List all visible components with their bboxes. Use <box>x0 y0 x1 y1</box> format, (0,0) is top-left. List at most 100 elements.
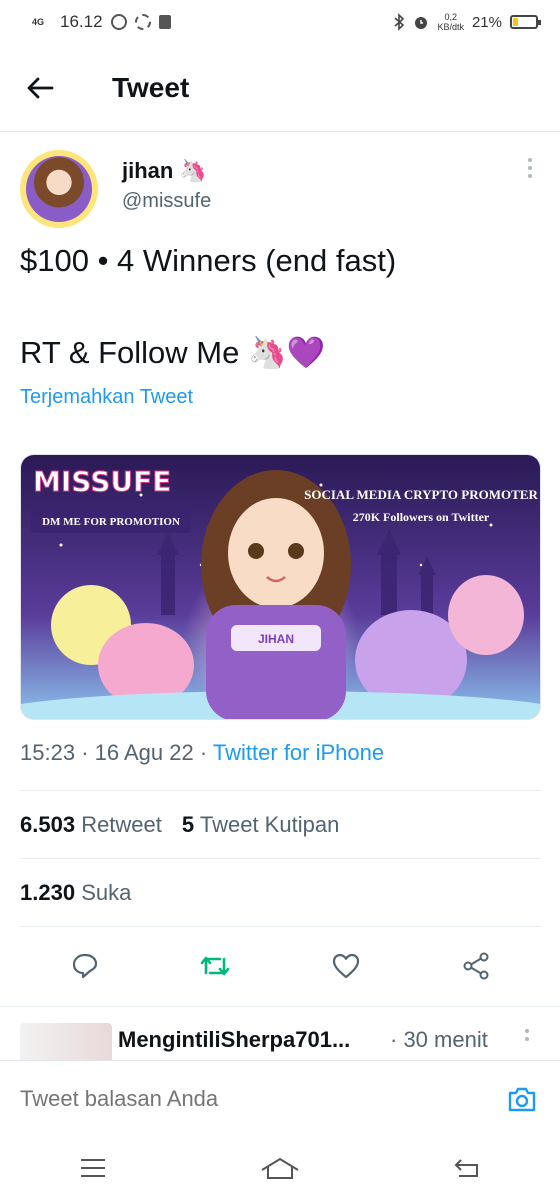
tweet-action-bar <box>20 940 541 992</box>
retweets-count: 6.503 <box>20 812 76 837</box>
alarm-icon <box>415 17 428 29</box>
unicorn-pink-right <box>448 575 524 655</box>
banner-tagline-left: DM ME FOR PROMOTION <box>42 516 180 528</box>
status-bar-right: 0,2 KB/dtk 21% <box>393 12 541 32</box>
status-bar-left: 4G 16.12 <box>32 12 171 32</box>
back-button[interactable] <box>0 44 80 132</box>
menu-icon <box>81 1159 106 1177</box>
back-arrow-icon <box>27 77 54 98</box>
more-dot <box>525 1037 529 1041</box>
reply-time: · 30 menit <box>390 1027 488 1052</box>
share-icon <box>463 952 489 980</box>
divider <box>20 858 541 859</box>
tweet-date: 16 Agu 22 <box>94 740 194 765</box>
app-notification-icon <box>158 15 171 29</box>
banner-name-label: JIHAN <box>258 632 294 646</box>
girl-face <box>228 498 324 608</box>
divider <box>20 790 541 791</box>
home-icon <box>261 1157 299 1179</box>
reply-list-item[interactable]: MengintiliSherpa701... · 30 menit <box>0 1006 560 1060</box>
battery-icon <box>510 15 541 29</box>
tweet-media-image[interactable]: JIHAN MISSUFE DM ME FOR PROMOTION SOCIAL… <box>20 454 541 720</box>
heart-icon <box>332 953 359 979</box>
tweet-text-line-1: $100 • 4 Winners (end fast) <box>20 243 397 278</box>
tweet-time: 15:23 <box>20 740 76 765</box>
network-indicator: 4G <box>32 16 45 27</box>
banner-tagline-right-2: 270K Followers on Twitter <box>353 510 490 524</box>
avatar[interactable] <box>20 150 98 228</box>
more-dot <box>525 1029 529 1033</box>
banner-tagline-right-1: SOCIAL MEDIA CRYPTO PROMOTER <box>304 487 538 502</box>
camera-button[interactable] <box>504 1081 540 1117</box>
whatsapp-icon <box>110 14 127 30</box>
quote-tweets-link[interactable]: 5 Tweet Kutipan <box>182 812 339 838</box>
more-dot <box>528 174 532 178</box>
meta-separator: · <box>81 740 89 765</box>
retweets-label: Retweet <box>81 812 162 837</box>
castle-tower <box>381 555 397 615</box>
retweet-icon <box>201 956 230 976</box>
girl-eye-right <box>288 543 304 559</box>
likes-label: Suka <box>81 880 132 905</box>
more-options-button[interactable] <box>520 158 540 230</box>
reply-avatar <box>20 1023 112 1060</box>
page-title: Tweet <box>112 71 190 103</box>
more-dot <box>528 166 532 170</box>
quote-tweets-label: Tweet Kutipan <box>199 812 340 837</box>
tweet-author: jihan 🦄 @missufe <box>20 150 540 230</box>
reply-input[interactable] <box>20 1085 504 1112</box>
more-dot <box>528 158 532 162</box>
star <box>59 543 63 547</box>
avatar-image <box>26 156 92 222</box>
likes-link[interactable]: 1.230 Suka <box>20 880 131 906</box>
banner-illustration: JIHAN MISSUFE DM ME FOR PROMOTION SOCIAL… <box>21 455 540 719</box>
camera-icon <box>508 1087 536 1111</box>
data-speed-unit: KB/dtk <box>437 22 464 32</box>
recent-apps-button[interactable] <box>63 1144 123 1192</box>
translate-tweet-link[interactable]: Terjemahkan Tweet <box>20 386 193 409</box>
reply-composer <box>0 1060 560 1136</box>
battery-percent: 21% <box>471 13 502 31</box>
tweet-text-line-2: RT & Follow Me 🦄💜 <box>20 335 326 370</box>
data-speed: 0,2 KB/dtk <box>437 12 464 32</box>
back-nav-icon <box>454 1159 478 1177</box>
back-nav-button[interactable] <box>437 1144 497 1192</box>
like-stats: 1.230 Suka <box>20 880 131 906</box>
castle-tower <box>421 575 433 615</box>
top-app-bar: Tweet <box>0 44 560 132</box>
reply-icon <box>73 953 98 979</box>
retweets-link[interactable]: 6.503 Retweet <box>20 812 162 838</box>
display-name[interactable]: jihan 🦄 <box>122 158 211 184</box>
divider <box>20 926 541 927</box>
star <box>489 523 493 527</box>
retweet-stats: 6.503 Retweet 5 Tweet Kutipan <box>20 812 339 838</box>
likes-count: 1.230 <box>20 880 76 905</box>
tweet-source-link[interactable]: Twitter for iPhone <box>213 740 384 765</box>
retweet-button[interactable] <box>185 940 245 992</box>
sync-icon <box>134 14 151 30</box>
data-speed-value: 0,2 <box>444 12 457 22</box>
unicorn-emoji: 🦄 <box>179 158 207 183</box>
girl-body <box>206 605 346 719</box>
home-button[interactable] <box>250 1144 310 1192</box>
battery-fill <box>513 18 519 26</box>
status-time: 16.12 <box>60 12 103 31</box>
bluetooth-icon <box>394 13 405 31</box>
tweet-timestamp: 15:23 · 16 Agu 22 · Twitter for iPhone <box>20 740 384 766</box>
quote-tweets-count: 5 <box>181 812 195 837</box>
castle-tower <box>161 555 175 615</box>
girl-eye-left <box>248 543 264 559</box>
user-handle[interactable]: @missufe <box>122 190 211 213</box>
share-button[interactable] <box>446 940 506 992</box>
author-names: jihan 🦄 @missufe <box>122 158 211 230</box>
star <box>419 563 423 567</box>
meta-separator: · <box>199 740 208 765</box>
system-navigation-bar <box>0 1136 560 1200</box>
status-bar: 4G 16.12 0,2 KB/dtk 21% <box>0 0 560 44</box>
like-button[interactable] <box>316 940 376 992</box>
display-name-text: jihan <box>122 158 174 183</box>
banner-brand: MISSUFE <box>33 465 171 498</box>
reply-author-name: MengintiliSherpa701... <box>118 1027 351 1052</box>
reply-more-button[interactable] <box>525 1029 529 1041</box>
reply-button[interactable] <box>55 940 115 992</box>
